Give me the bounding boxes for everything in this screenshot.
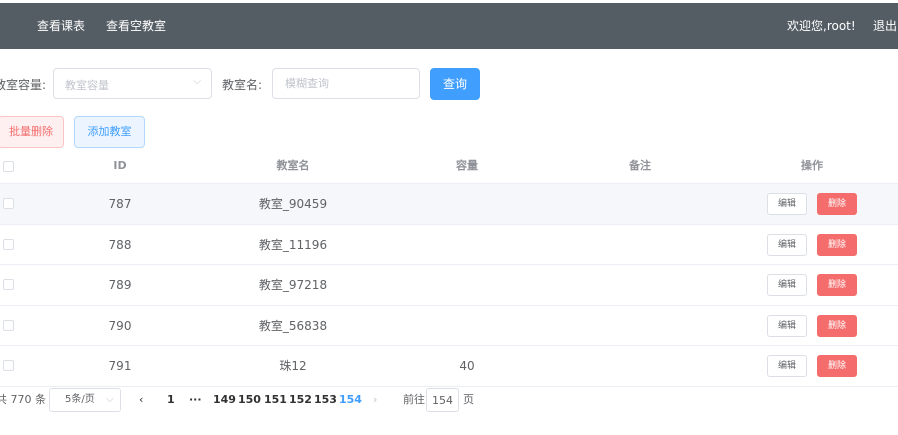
cell-note	[560, 306, 720, 346]
edit-button[interactable]: 编辑	[767, 274, 807, 297]
table-row: 789 教室_97218 编辑 删除	[0, 265, 898, 306]
add-classroom-button[interactable]: 添加教室	[74, 116, 145, 148]
classroom-name-search-input[interactable]	[272, 68, 420, 99]
delete-button[interactable]: 删除	[817, 193, 857, 215]
delete-button[interactable]: 删除	[817, 314, 857, 337]
cell-name: 教室_11196	[258, 237, 328, 252]
delete-button[interactable]: 删除	[817, 233, 857, 256]
capacity-select[interactable]: 教室容量 ⌵	[53, 68, 212, 99]
page-number[interactable]: 153	[314, 388, 337, 412]
page-size-select[interactable]: 5条/页 ⌵	[49, 388, 121, 412]
next-page-icon[interactable]: ›	[373, 388, 377, 412]
edit-button[interactable]: 编辑	[767, 233, 807, 256]
page-number[interactable]: 1	[167, 388, 175, 412]
cell-capacity	[400, 225, 534, 265]
pagination: 共 770 条 5条/页 ⌵ ‹ 1 ··· 149 150 151 152 1…	[0, 388, 898, 412]
cell-capacity	[400, 184, 534, 224]
table-header: ID 教室名 容量 备注 操作	[0, 148, 898, 184]
table-row: 787 教室_90459 编辑 删除	[0, 184, 898, 225]
page-size-value: 5条/页	[65, 394, 95, 405]
edit-button[interactable]: 编辑	[767, 193, 807, 215]
cell-note	[560, 346, 720, 386]
page-suffix: 页	[463, 393, 474, 406]
delete-button[interactable]: 删除	[817, 274, 857, 297]
more-pages-icon[interactable]: ···	[189, 388, 202, 412]
cell-note	[560, 225, 720, 265]
capacity-label: 教室容量:	[0, 78, 47, 92]
page-number[interactable]: 151	[264, 388, 287, 412]
nav-view-empty-classrooms[interactable]: 查看空教室	[106, 3, 166, 49]
edit-button[interactable]: 编辑	[767, 314, 807, 337]
cell-note	[560, 184, 720, 224]
page-number[interactable]: 150	[238, 388, 261, 412]
page-number[interactable]: 152	[289, 388, 312, 412]
table-row: 790 教室_56838 编辑 删除	[0, 306, 898, 347]
goto-page-input[interactable]	[426, 388, 459, 412]
capacity-select-placeholder: 教室容量	[65, 79, 109, 92]
chevron-down-icon: ⌵	[106, 394, 114, 405]
chevron-down-icon: ⌵	[193, 76, 201, 87]
table-row: 791 珠12 40 编辑 删除	[0, 346, 898, 387]
welcome-text: 欢迎您,root!	[787, 19, 856, 33]
prev-page-icon[interactable]: ‹	[139, 388, 143, 412]
column-header-actions: 操作	[801, 159, 823, 172]
page-number-current[interactable]: 154	[339, 388, 362, 412]
nav-view-timetable[interactable]: 查看课表	[37, 3, 85, 49]
table-row: 788 教室_11196 编辑 删除	[0, 225, 898, 266]
cell-name: 教室_56838	[258, 318, 328, 333]
classroom-name-label: 教室名:	[222, 78, 263, 92]
delete-button[interactable]: 删除	[817, 355, 857, 378]
column-header-capacity: 容量	[456, 159, 478, 172]
query-button[interactable]: 查询	[430, 68, 480, 100]
cell-name: 珠12	[279, 359, 307, 374]
classroom-table: ID 教室名 容量 备注 操作 787 教室_90459 编辑 删除 788 教…	[0, 148, 898, 387]
cell-capacity	[400, 306, 534, 346]
batch-delete-button[interactable]: 批量删除	[0, 116, 64, 148]
column-header-name: 教室名	[276, 159, 310, 172]
page-number[interactable]: 149	[213, 388, 236, 412]
total-count: 共 770 条	[0, 393, 46, 406]
cell-name: 教室_90459	[258, 197, 328, 211]
goto-label: 前往	[403, 393, 425, 406]
cell-capacity: 40	[459, 359, 475, 374]
cell-name: 教室_97218	[258, 278, 328, 293]
top-navbar: 查看课表 查看空教室 欢迎您,root! 退出	[0, 3, 898, 49]
logout-link[interactable]: 退出	[873, 3, 897, 49]
cell-note	[560, 265, 720, 305]
column-header-note: 备注	[629, 159, 651, 172]
edit-button[interactable]: 编辑	[767, 355, 807, 378]
cell-capacity	[400, 265, 534, 305]
